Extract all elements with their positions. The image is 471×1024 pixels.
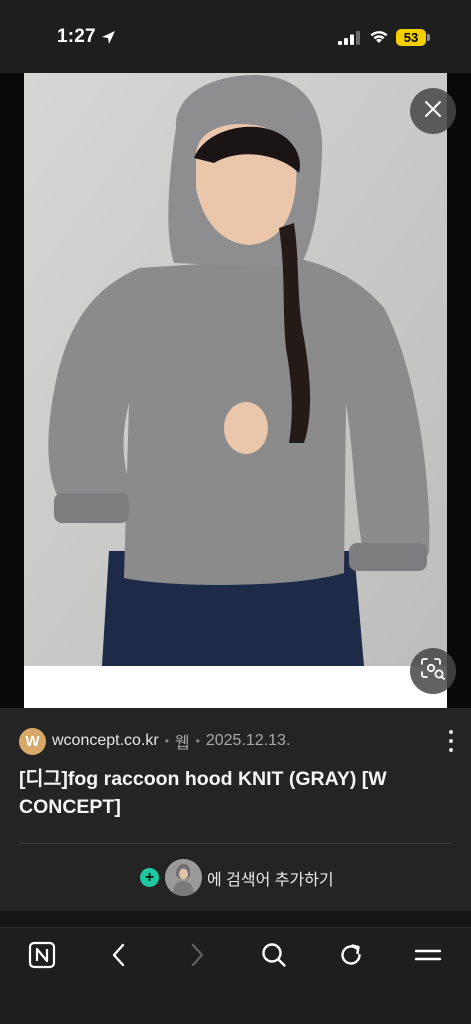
- naver-home-button[interactable]: [27, 941, 57, 974]
- thumbnail-avatar: [165, 859, 202, 896]
- menu-icon: [414, 945, 442, 970]
- wifi-icon: [369, 29, 389, 49]
- photo-bottom-strip: [24, 666, 447, 708]
- menu-button[interactable]: [413, 942, 443, 972]
- result-date: 2025.12.13.: [205, 732, 291, 749]
- status-time: 1:27: [57, 26, 96, 47]
- battery-icon: 53: [396, 29, 426, 46]
- source-domain[interactable]: wconcept.co.kr: [52, 732, 159, 750]
- result-type: 웹: [174, 735, 190, 752]
- separator: •: [195, 734, 200, 748]
- result-title[interactable]: [디그]fog raccoon hood KNIT (GRAY) [W CONC…: [19, 765, 459, 821]
- back-button[interactable]: [104, 942, 134, 972]
- site-favicon: W: [19, 727, 46, 755]
- forward-button[interactable]: [182, 942, 212, 972]
- search-icon: [261, 942, 287, 973]
- close-icon: [424, 100, 442, 123]
- product-photo[interactable]: [24, 73, 447, 666]
- source-row[interactable]: W wconcept.co.kr • 웹 • 2025.12.13.: [19, 727, 290, 755]
- more-vertical-icon[interactable]: [447, 730, 455, 752]
- image-viewer: [0, 73, 471, 708]
- back-icon: [109, 942, 129, 973]
- refresh-button[interactable]: [336, 942, 366, 972]
- divider: [19, 843, 452, 844]
- result-info-panel: W wconcept.co.kr • 웹 • 2025.12.13. [디그]f…: [0, 708, 471, 911]
- add-search-keyword-button[interactable]: + 에 검색어 추가하기: [140, 859, 334, 896]
- section-gap: [0, 911, 471, 927]
- add-keyword-label: 에 검색어 추가하기: [207, 871, 334, 889]
- naver-home-icon: [28, 941, 56, 974]
- status-bar: 1:27 53: [0, 0, 471, 73]
- search-button[interactable]: [259, 942, 289, 972]
- image-search-icon: [420, 657, 446, 686]
- separator: •: [164, 734, 169, 748]
- forward-icon: [187, 942, 207, 973]
- bottom-toolbar: [0, 927, 471, 1024]
- location-arrow-icon: [101, 30, 116, 50]
- plus-icon: +: [140, 868, 159, 887]
- image-search-button[interactable]: [410, 648, 456, 694]
- refresh-icon: [338, 942, 364, 973]
- battery-tip: [427, 34, 430, 41]
- signal-bars-icon: [338, 31, 360, 50]
- close-button[interactable]: [410, 88, 456, 134]
